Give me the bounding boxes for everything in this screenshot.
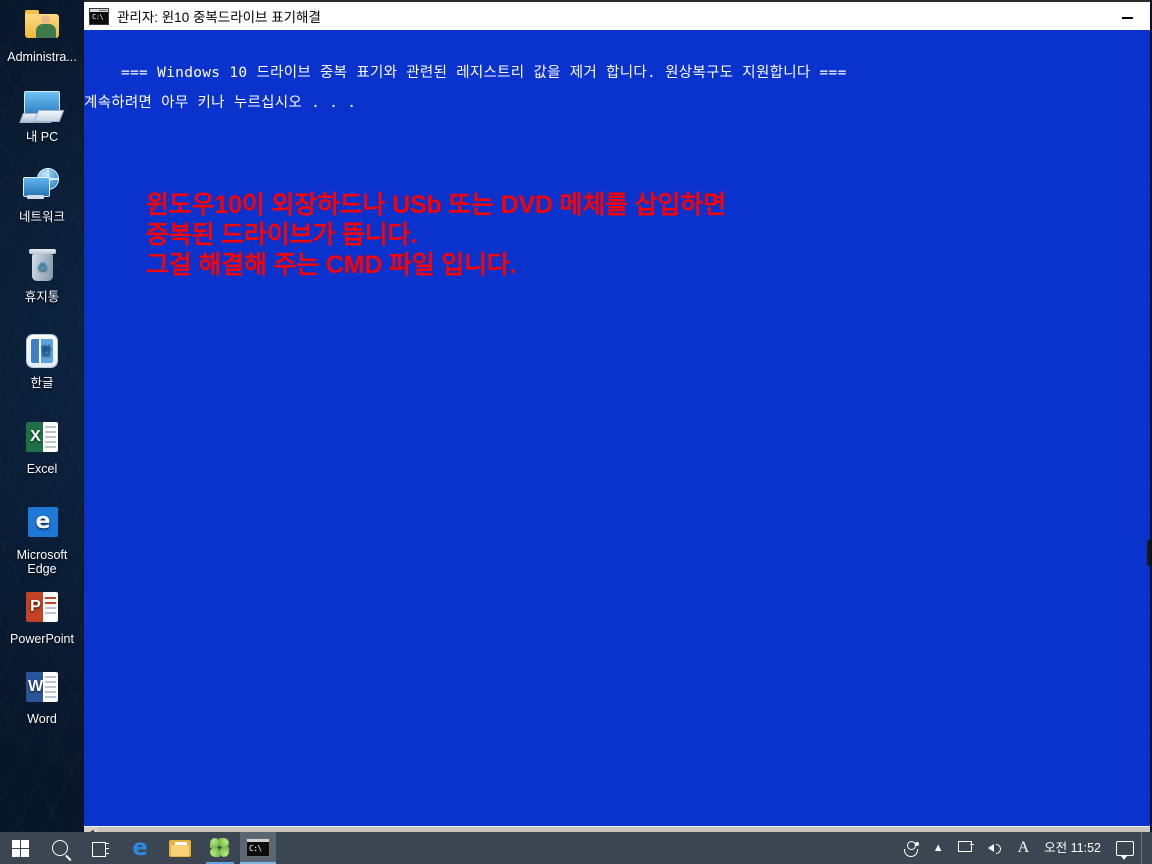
command-prompt-window[interactable]: C:\ 관리자: 윈10 중복드라이브 표기해결 === Windows 10 … — [84, 0, 1150, 839]
desktop-icon-edge[interactable]: e Microsoft Edge — [0, 504, 84, 576]
chevron-up-icon: ▲ — [932, 842, 944, 854]
desktop-icon-label: Word — [27, 712, 57, 726]
cmd-icon: C:\ — [246, 837, 270, 857]
system-tray: ▲ A 오전 11:52 — [897, 832, 1152, 864]
desktop-icon-label: 네트워크 — [18, 210, 65, 224]
desktop-icon-label: Microsoft Edge — [16, 548, 68, 576]
task-view-icon — [91, 841, 109, 857]
user-folder-icon — [20, 6, 64, 46]
desktop-icon-powerpoint[interactable]: P PowerPoint — [0, 588, 84, 646]
desktop-icon-word[interactable]: W Word — [0, 668, 84, 726]
clover-app-button[interactable] — [200, 832, 240, 864]
desktop-icon-label: PowerPoint — [10, 632, 74, 646]
show-desktop-button[interactable] — [1141, 832, 1148, 864]
console-line: === Windows 10 드라이브 중복 표기와 관련된 레지스트리 값을 … — [121, 65, 847, 81]
clover-icon — [210, 838, 230, 858]
scrollbar-thumb[interactable] — [1147, 540, 1150, 566]
edge-icon: e — [20, 504, 64, 544]
console-output-area[interactable]: === Windows 10 드라이브 중복 표기와 관련된 레지스트리 값을 … — [84, 30, 1150, 826]
windows-logo-icon — [11, 839, 29, 857]
powerpoint-icon: P — [20, 588, 64, 628]
minimize-icon — [1121, 17, 1133, 19]
desktop-icon-hangul[interactable]: 한 한글 — [0, 332, 84, 390]
desktop-icon-network[interactable]: 네트워크 — [0, 166, 84, 224]
desktop-icon-label: Administra... — [7, 50, 77, 64]
network-icon — [20, 166, 64, 206]
desktop-icon-list: Administra... 내 PC 네트워크 ♻ 휴지통 한 한글 X Exc… — [0, 0, 84, 820]
desktop-icon-this-pc[interactable]: 내 PC — [0, 86, 84, 144]
screen: Administra... 내 PC 네트워크 ♻ 휴지통 한 한글 X Exc… — [0, 0, 1152, 864]
desktop-icon-administrator[interactable]: Administra... — [0, 6, 84, 64]
notification-center-button[interactable] — [1109, 832, 1141, 864]
window-title-bar[interactable]: C:\ 관리자: 윈10 중복드라이브 표기해결 — [84, 0, 1150, 30]
volume-icon — [987, 841, 1004, 855]
console-line: 계속하려면 아무 키나 누르십시오 . . . — [84, 95, 357, 111]
window-title: 관리자: 윈10 중복드라이브 표기해결 — [117, 10, 321, 25]
notification-icon — [1116, 840, 1134, 860]
file-explorer-button[interactable] — [160, 832, 200, 864]
this-pc-icon — [19, 86, 65, 126]
recycle-bin-icon: ♻ — [20, 246, 64, 286]
desktop-icon-label: 내 PC — [25, 130, 59, 144]
ime-indicator-icon: A — [1017, 839, 1030, 856]
folder-icon — [169, 839, 191, 857]
hangul-word-processor-icon: 한 — [20, 332, 64, 372]
taskbar[interactable]: e C:\ ▲ A 오전 11:52 — [0, 832, 1152, 864]
show-hidden-icons-button[interactable]: ▲ — [926, 832, 951, 864]
word-icon: W — [20, 668, 64, 708]
edge-taskbar-button[interactable]: e — [120, 832, 160, 864]
desktop-icon-label: Excel — [26, 462, 58, 476]
desktop-icon-excel[interactable]: X Excel — [0, 418, 84, 476]
overlay-text-line: 그걸 해결해 주는 CMD 파일 입니다. — [146, 251, 517, 279]
minimize-button[interactable] — [1104, 4, 1150, 32]
network-status-button[interactable] — [951, 832, 981, 864]
start-button[interactable] — [0, 832, 40, 864]
desktop-icon-recycle-bin[interactable]: ♻ 휴지통 — [0, 246, 84, 304]
console-vertical-scrollbar[interactable] — [1147, 30, 1150, 826]
network-icon — [957, 841, 974, 855]
ime-mode-button[interactable]: A — [1011, 832, 1037, 864]
people-icon — [903, 840, 919, 857]
people-button[interactable] — [897, 832, 926, 864]
clock-button[interactable]: 오전 11:52 — [1036, 832, 1109, 864]
desktop-icon-label: 휴지통 — [24, 290, 60, 304]
search-button[interactable] — [40, 832, 80, 864]
volume-button[interactable] — [981, 832, 1011, 864]
desktop-icon-label: 한글 — [30, 376, 54, 390]
edge-icon: e — [132, 834, 148, 861]
clock-time: 오전 11:52 — [1044, 841, 1101, 855]
task-view-button[interactable] — [80, 832, 120, 864]
excel-icon: X — [20, 418, 64, 458]
search-icon — [52, 840, 68, 856]
cmd-taskbar-button[interactable]: C:\ — [240, 832, 276, 864]
cmd-icon: C:\ — [89, 7, 109, 25]
cmd-icon-text: C:\ — [92, 12, 104, 21]
cmd-icon-text: C:\ — [249, 843, 262, 853]
